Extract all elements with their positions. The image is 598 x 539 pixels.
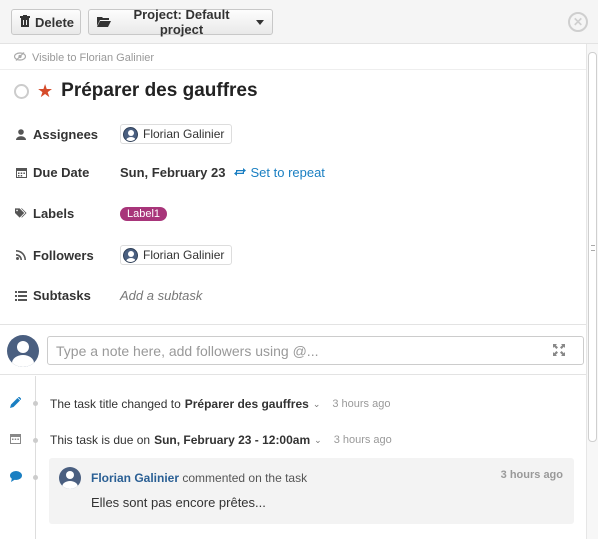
assignees-field: Assignees Florian Galinier <box>15 124 233 144</box>
scrollbar-grip <box>591 245 595 251</box>
comment-action: commented on the task <box>182 471 308 485</box>
tags-icon <box>15 208 27 219</box>
calendar-icon <box>15 167 27 178</box>
repeat-icon <box>234 165 247 180</box>
due-date-value[interactable]: Sun, February 23 <box>120 165 225 180</box>
due-date-field: Due Date Sun, February 23 Set to repeat <box>15 165 325 180</box>
timeline-dot <box>33 401 38 406</box>
comment-header: Florian Galinier commented on the task <box>91 471 307 485</box>
comment-author[interactable]: Florian Galinier <box>91 471 179 485</box>
pencil-icon <box>10 396 22 411</box>
task-toolbar: Delete Project: Default project ✕ <box>0 0 598 44</box>
activity-item: This task is due on Sun, February 23 - 1… <box>50 433 392 447</box>
divider <box>0 69 586 70</box>
comment-card: Florian Galinier commented on the task 3… <box>49 458 574 524</box>
project-dropdown[interactable]: Project: Default project <box>88 7 273 37</box>
scrollbar-thumb[interactable] <box>588 52 597 442</box>
activity-time: 3 hours ago <box>332 398 391 410</box>
assignees-label: Assignees <box>15 127 120 142</box>
assignee-name: Florian Galinier <box>143 127 225 141</box>
subtasks-label: Subtasks <box>15 288 120 303</box>
calendar-icon <box>10 433 21 447</box>
followers-field: Followers Florian Galinier <box>15 245 233 265</box>
eye-slash-icon <box>13 52 27 64</box>
assignee-chip[interactable]: Florian Galinier <box>120 124 233 144</box>
activity-item: The task title changed to Préparer des g… <box>50 397 391 411</box>
avatar <box>59 467 81 489</box>
set-repeat-link[interactable]: Set to repeat <box>234 165 325 180</box>
avatar <box>7 335 39 367</box>
rss-icon <box>15 250 27 260</box>
labels-field: Labels Label1 <box>15 206 168 221</box>
activity-time: 3 hours ago <box>333 434 392 446</box>
activity-bold-value: Préparer des gauffres <box>184 397 309 411</box>
timeline-dot <box>33 438 38 443</box>
divider <box>0 374 586 375</box>
task-title-row: ★ Préparer des gauffres <box>14 80 258 102</box>
labels-label: Labels <box>15 206 120 221</box>
comment-time: 3 hours ago <box>500 469 563 481</box>
avatar <box>123 126 138 142</box>
label-badge[interactable]: Label1 <box>120 206 168 221</box>
list-icon <box>15 290 27 301</box>
comment-body: Elles sont pas encore prêtes... <box>91 495 266 510</box>
delete-button[interactable]: Delete <box>11 9 81 35</box>
project-label: Project: Default project <box>133 7 230 37</box>
follower-name: Florian Galinier <box>143 248 225 262</box>
scrollbar[interactable] <box>586 44 598 539</box>
visibility-text: Visible to Florian Galinier <box>32 52 155 64</box>
star-icon[interactable]: ★ <box>37 82 53 100</box>
complete-checkbox[interactable] <box>14 83 29 99</box>
comment-icon <box>10 471 22 485</box>
add-subtask-input[interactable]: Add a subtask <box>120 288 202 303</box>
followers-label: Followers <box>15 248 120 263</box>
timeline-dot <box>33 475 38 480</box>
chevron-down-icon[interactable]: ⌄ <box>313 399 321 410</box>
folder-open-icon <box>97 15 111 30</box>
user-icon <box>15 128 27 140</box>
delete-button-label: Delete <box>35 14 75 30</box>
trash-icon <box>20 14 30 30</box>
visibility-note: Visible to Florian Galinier <box>13 52 155 64</box>
subtasks-field: Subtasks Add a subtask <box>15 288 202 303</box>
avatar <box>123 247 138 263</box>
chevron-down-icon[interactable]: ⌄ <box>314 435 322 446</box>
expand-icon[interactable] <box>553 344 565 359</box>
follower-chip[interactable]: Florian Galinier <box>120 245 233 265</box>
task-title[interactable]: Préparer des gauffres <box>61 80 257 102</box>
close-icon[interactable]: ✕ <box>568 12 588 32</box>
activity-bold-value: Sun, February 23 - 12:00am <box>154 433 311 447</box>
note-input[interactable] <box>47 336 584 365</box>
caret-down-icon <box>256 19 264 25</box>
due-date-label: Due Date <box>15 165 120 180</box>
divider <box>0 324 586 325</box>
